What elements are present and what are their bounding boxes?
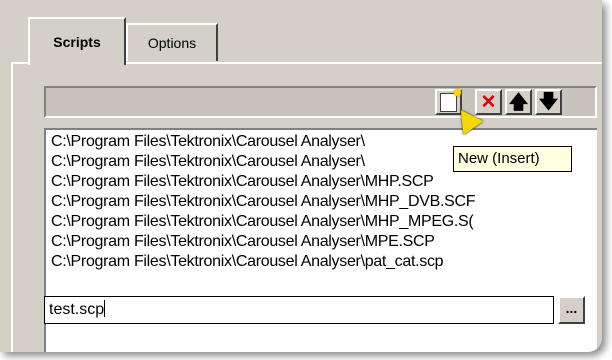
arrow-down-icon: 🡇 bbox=[538, 91, 559, 113]
tooltip-text: New (Insert) bbox=[458, 150, 540, 167]
new-document-icon bbox=[440, 88, 461, 112]
tab-scripts[interactable]: Scripts bbox=[28, 17, 126, 65]
move-up-button[interactable]: 🡅 bbox=[505, 89, 532, 115]
script-path-input[interactable]: test.scp bbox=[44, 296, 554, 324]
delete-x-icon: ✕ bbox=[480, 91, 497, 113]
list-item[interactable]: C:\Program Files\Tektronix\Carousel Anal… bbox=[51, 153, 365, 173]
script-path-value: test.scp bbox=[49, 301, 105, 318]
list-item[interactable]: C:\Program Files\Tektronix\Carousel Anal… bbox=[51, 233, 435, 253]
delete-script-button[interactable]: ✕ bbox=[475, 89, 502, 115]
list-item[interactable]: C:\Program Files\Tektronix\Carousel Anal… bbox=[51, 213, 474, 233]
move-down-button[interactable]: 🡇 bbox=[535, 89, 562, 115]
browse-button-label: ... bbox=[565, 300, 578, 316]
tab-options-label: Options bbox=[147, 35, 197, 51]
list-item[interactable]: C:\Program Files\Tektronix\Carousel Anal… bbox=[51, 253, 444, 273]
list-item[interactable]: C:\Program Files\Tektronix\Carousel Anal… bbox=[51, 173, 434, 193]
arrow-up-icon: 🡅 bbox=[508, 91, 529, 113]
new-button-tooltip: New (Insert) bbox=[453, 146, 572, 172]
tab-scripts-label: Scripts bbox=[53, 34, 101, 50]
browse-button[interactable]: ... bbox=[558, 296, 585, 324]
options-dialog: Scripts Options ✕ 🡅 🡇 C:\Program Files\T… bbox=[0, 0, 602, 352]
text-caret bbox=[104, 300, 106, 317]
list-item[interactable]: C:\Program Files\Tektronix\Carousel Anal… bbox=[51, 133, 365, 153]
list-item[interactable]: C:\Program Files\Tektronix\Carousel Anal… bbox=[51, 193, 476, 213]
tab-options[interactable]: Options bbox=[126, 23, 218, 61]
